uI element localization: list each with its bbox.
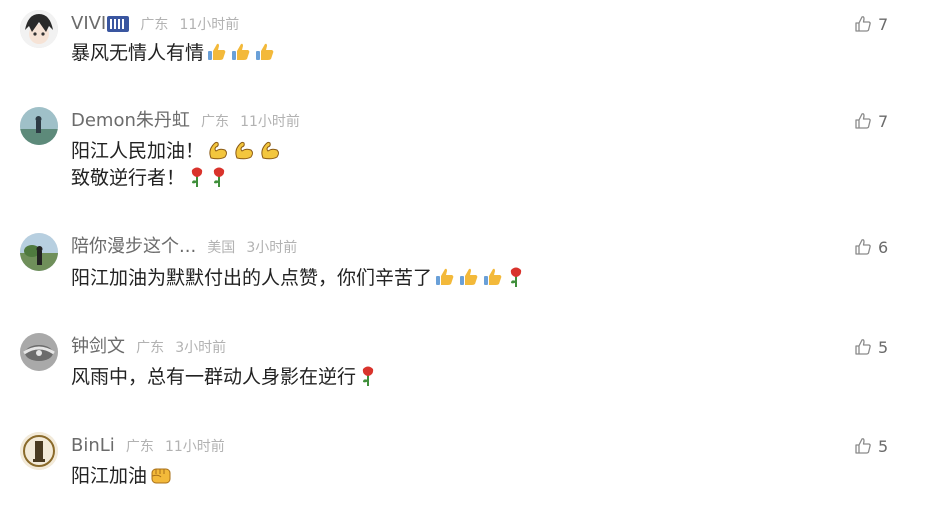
location: 广东 [125, 439, 154, 455]
thumbs-up-icon [855, 113, 871, 129]
thumbs-up-emoji-icon [434, 266, 456, 288]
like-count: 5 [878, 338, 889, 357]
location: 广东 [200, 114, 229, 130]
comment-text: 阳江加油为默默付出的人点赞，你们辛苦了 [71, 265, 526, 291]
username[interactable]: 钟剑文 [71, 336, 125, 357]
like-count: 7 [878, 112, 889, 131]
flexed-biceps-emoji-icon [206, 139, 230, 161]
rose-emoji-icon [209, 166, 229, 188]
location: 美国 [207, 240, 236, 256]
like-button[interactable]: 7 [854, 111, 888, 133]
timestamp: 3小时前 [175, 340, 227, 356]
fist-emoji-icon [149, 464, 173, 486]
comment-text: 阳江加油 [71, 463, 173, 489]
thumbs-up-emoji-icon [482, 266, 504, 288]
like-button[interactable]: 5 [854, 337, 888, 359]
member-badge-icon [107, 16, 130, 32]
flexed-biceps-emoji-icon [232, 139, 256, 161]
thumbs-up-emoji-icon [254, 41, 276, 63]
thumbs-up-icon [855, 339, 871, 355]
rose-emoji-icon [187, 166, 207, 188]
timestamp: 11小时前 [240, 114, 300, 130]
avatar[interactable] [20, 432, 58, 470]
like-button[interactable]: 6 [854, 237, 888, 259]
timestamp: 11小时前 [164, 439, 225, 455]
avatar[interactable] [20, 233, 58, 271]
avatar[interactable] [20, 10, 58, 48]
thumbs-up-icon [855, 438, 871, 454]
username[interactable]: VIVI [71, 13, 106, 34]
flexed-biceps-emoji-icon [258, 139, 282, 161]
like-button[interactable]: 5 [854, 436, 888, 458]
thumbs-up-icon [855, 16, 871, 32]
username[interactable]: 陪你漫步这个... [71, 236, 196, 257]
like-button[interactable]: 7 [854, 14, 888, 36]
thumbs-up-icon [855, 239, 871, 255]
thumbs-up-emoji-icon [458, 266, 480, 288]
like-count: 6 [878, 238, 889, 257]
like-count: 7 [878, 15, 889, 34]
timestamp: 3小时前 [246, 240, 298, 256]
like-count: 5 [878, 437, 889, 456]
location: 广东 [136, 340, 165, 356]
rose-emoji-icon [358, 365, 378, 387]
comment-text: 风雨中，总有一群动人身影在逆行 [71, 364, 378, 390]
comment-list: VIVI 广东 11小时前 暴风无情人有情 7 Demon朱丹虹 广东 11小时… [0, 0, 940, 511]
comment-text: 暴风无情人有情 [71, 40, 276, 66]
location: 广东 [140, 17, 169, 33]
avatar[interactable] [20, 333, 58, 371]
rose-emoji-icon [506, 266, 526, 288]
timestamp: 11小时前 [179, 17, 240, 33]
avatar[interactable] [20, 107, 58, 145]
comment-text: 致敬逆行者！ [71, 165, 229, 191]
username[interactable]: BinLi [71, 435, 115, 456]
thumbs-up-emoji-icon [230, 41, 252, 63]
thumbs-up-emoji-icon [206, 41, 228, 63]
username[interactable]: Demon朱丹虹 [71, 110, 190, 131]
comment-text: 阳江人民加油！ [71, 138, 282, 164]
